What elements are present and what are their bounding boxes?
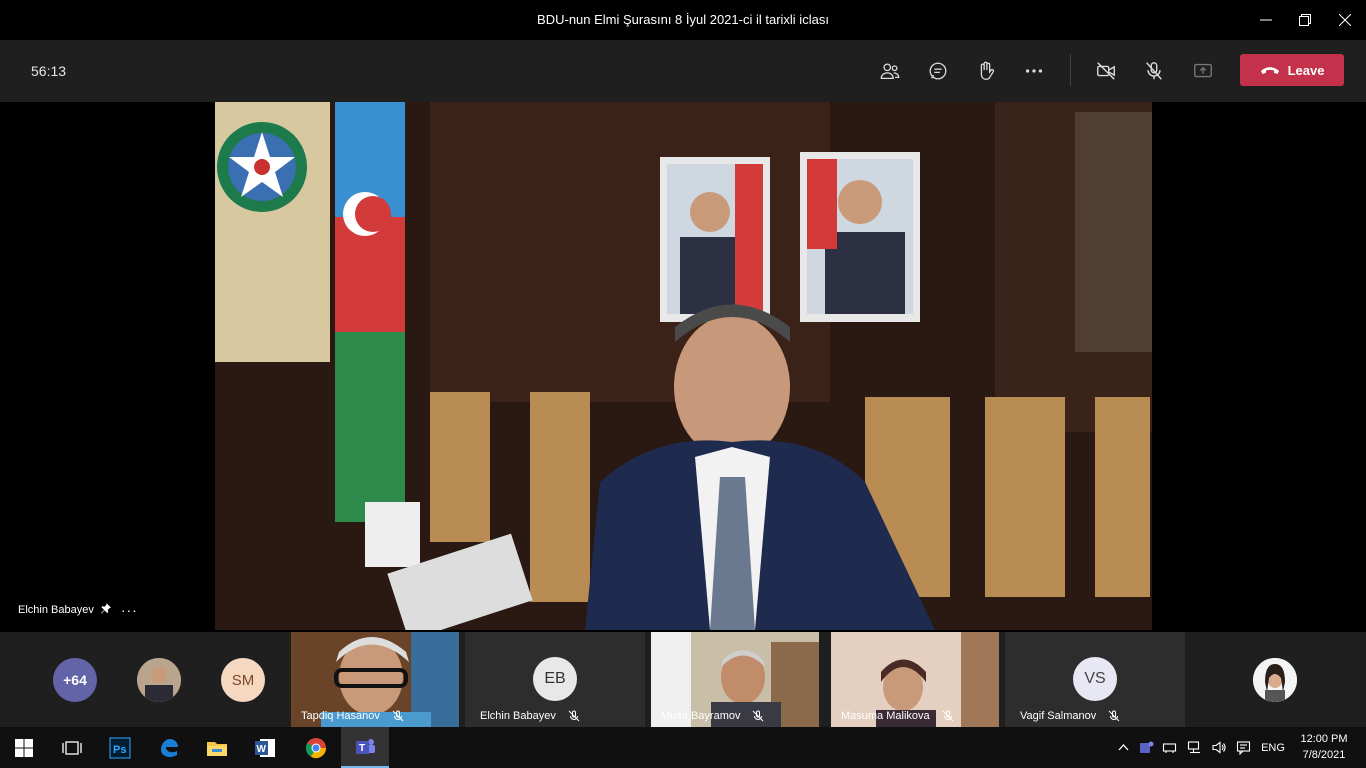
speaker-name: Elchin Babayev — [18, 604, 94, 616]
chevron-up-icon — [1118, 744, 1128, 751]
chat-icon — [929, 62, 947, 80]
mic-off-icon — [942, 710, 953, 722]
word-app[interactable]: W — [241, 727, 289, 768]
clock-time: 12:00 PM — [1300, 733, 1348, 745]
participant-avatar-photo[interactable] — [137, 658, 181, 702]
clock-date: 7/8/2021 — [1302, 749, 1346, 761]
participant-name: Elchin Babayev — [480, 710, 556, 722]
participant-tile[interactable]: Tapdiq Hasanov — [291, 632, 459, 727]
hang-up-icon — [1260, 67, 1279, 74]
participant-strip: +64 SM Tapdiq Hasanov EB Elchin Babayev … — [0, 632, 1366, 727]
participant-avatar: VS — [1073, 657, 1117, 701]
speaker-more-options[interactable]: ··· — [121, 602, 138, 618]
volume-icon — [1211, 741, 1226, 754]
close-icon — [1339, 14, 1351, 26]
windows-taskbar: Ps W T ENG 12:00 PM 7/8/2021 — [0, 727, 1366, 768]
share-icon — [1194, 63, 1212, 78]
participants-button[interactable] — [872, 53, 908, 89]
network-icon — [1187, 741, 1200, 754]
task-view-button[interactable] — [48, 727, 96, 768]
speaker-name-label: Elchin Babayev ··· — [18, 602, 138, 618]
svg-text:W: W — [257, 744, 267, 755]
task-view-icon — [62, 740, 82, 755]
file-explorer-icon — [207, 741, 227, 756]
show-hidden-icons-button[interactable] — [1113, 727, 1133, 768]
minimize-icon — [1260, 19, 1272, 21]
title-bar: BDU-nun Elmi Şurasını 8 İyul 2021-ci il … — [0, 0, 1366, 40]
overflow-participants-badge[interactable]: +64 — [53, 658, 97, 702]
camera-toggle-button[interactable] — [1088, 53, 1124, 89]
participant-name-row: Elchin Babayev — [480, 710, 580, 722]
photoshop-icon: Ps — [109, 737, 131, 758]
file-explorer-app[interactable] — [193, 727, 241, 768]
chat-button[interactable] — [920, 53, 956, 89]
edge-app[interactable] — [145, 727, 193, 768]
photoshop-app[interactable]: Ps — [96, 727, 144, 768]
participants-icon — [880, 63, 900, 79]
pin-icon[interactable] — [100, 603, 111, 617]
meeting-toolbar: 56:13 — [0, 40, 1366, 102]
raise-hand-icon — [980, 61, 995, 80]
main-stage: Elchin Babayev ··· — [0, 102, 1366, 632]
participant-name: Masuma Malikova — [841, 710, 930, 722]
chrome-icon — [305, 737, 327, 758]
tray-language[interactable]: ENG — [1258, 727, 1288, 768]
teams-icon: T — [356, 738, 375, 754]
start-icon — [15, 738, 33, 757]
chrome-app[interactable] — [292, 727, 340, 768]
taskbar-clock[interactable]: 12:00 PM 7/8/2021 — [1296, 731, 1352, 763]
start-button[interactable] — [0, 727, 48, 768]
tray-network[interactable] — [1183, 727, 1205, 768]
teams-app[interactable]: T — [341, 727, 389, 768]
avatar-photo — [137, 658, 181, 702]
window-title: BDU-nun Elmi Şurasını 8 İyul 2021-ci il … — [537, 12, 829, 27]
mic-off-icon — [1108, 710, 1120, 722]
camera-off-icon — [1097, 62, 1115, 80]
self-avatar[interactable] — [1253, 658, 1297, 702]
participant-name: Tapdiq Hasanov — [301, 710, 380, 722]
participant-name-row: Masuma Malikova — [841, 710, 954, 722]
svg-text:T: T — [359, 743, 365, 754]
svg-text:Ps: Ps — [113, 744, 126, 756]
tray-storage[interactable] — [1158, 727, 1180, 768]
leave-button[interactable]: Leave — [1240, 54, 1344, 86]
message-icon — [1236, 741, 1250, 755]
tray-teams[interactable] — [1135, 727, 1157, 768]
participant-name: Vagif Salmanov — [1020, 710, 1097, 722]
tray-notifications[interactable] — [1232, 727, 1254, 768]
restore-icon — [1299, 14, 1311, 26]
toolbar-separator — [1070, 54, 1071, 86]
mic-toggle-button[interactable] — [1136, 53, 1172, 89]
word-icon: W — [255, 738, 275, 757]
participant-tile[interactable]: Masuma Malikova — [831, 632, 999, 727]
participant-name-row: Tapdiq Hasanov — [301, 710, 404, 722]
participant-avatar-sm[interactable]: SM — [221, 658, 265, 702]
participant-tile[interactable]: EB Elchin Babayev — [465, 632, 645, 727]
close-button[interactable] — [1322, 0, 1366, 40]
drive-icon — [1162, 743, 1176, 753]
edge-icon — [161, 738, 178, 757]
meeting-timer: 56:13 — [31, 63, 67, 79]
more-actions-button[interactable] — [1016, 53, 1052, 89]
leave-label: Leave — [1287, 62, 1325, 78]
mic-off-icon — [392, 710, 404, 722]
participant-tile[interactable]: VS Vagif Salmanov — [1005, 632, 1185, 727]
participant-avatar: EB — [533, 657, 577, 701]
raise-hand-button[interactable] — [968, 53, 1004, 89]
more-icon — [1025, 69, 1043, 73]
mic-off-icon — [568, 710, 580, 722]
speaker-video — [215, 102, 1152, 630]
avatar-photo — [1253, 658, 1297, 702]
participant-name-row: Musa Bayramov — [661, 710, 764, 722]
tray-volume[interactable] — [1207, 727, 1229, 768]
mic-off-icon — [753, 710, 764, 722]
share-button[interactable] — [1185, 53, 1221, 89]
participant-tile[interactable]: Musa Bayramov — [651, 632, 819, 727]
teams-tray-icon — [1139, 741, 1153, 753]
mic-off-icon — [1146, 62, 1162, 80]
participant-name-row: Vagif Salmanov — [1020, 710, 1120, 722]
speaker-video-frame — [215, 102, 1152, 630]
participant-name: Musa Bayramov — [661, 710, 741, 722]
